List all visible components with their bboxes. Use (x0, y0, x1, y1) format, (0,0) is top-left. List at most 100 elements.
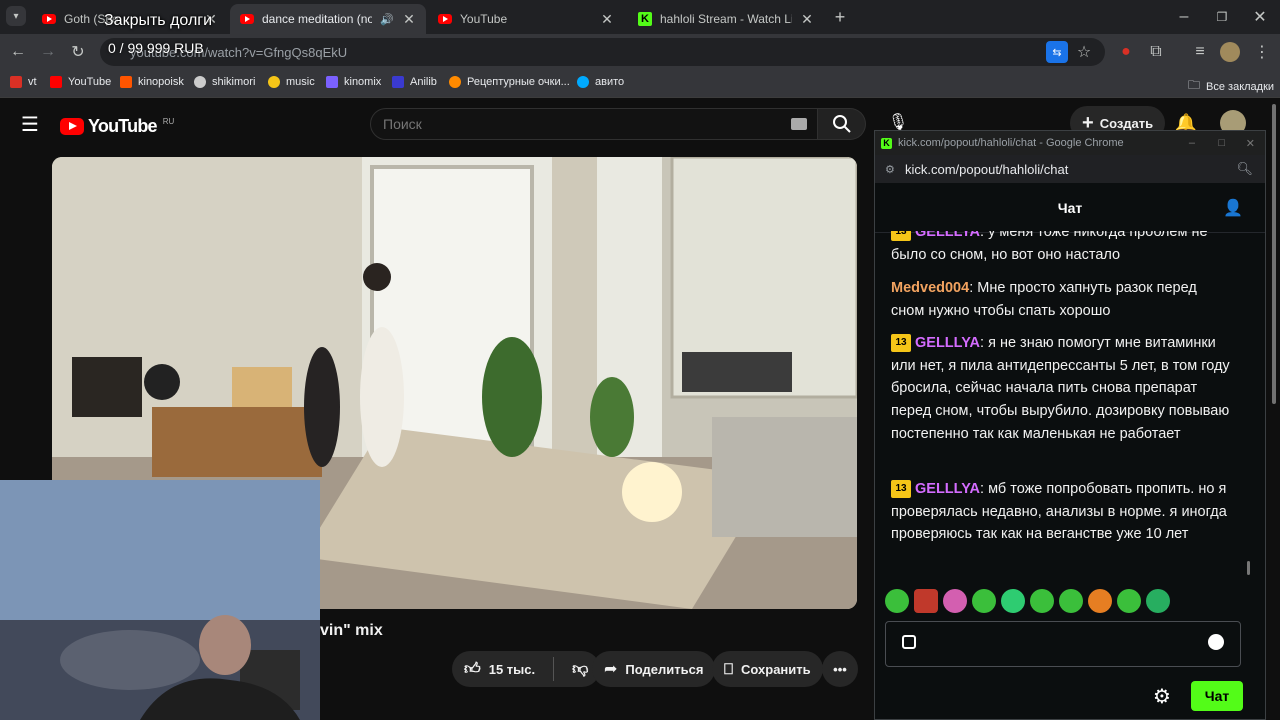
shield-icon[interactable] (902, 635, 916, 649)
search-icon (832, 115, 851, 133)
address-bar[interactable]: youtube.com/watch?v=GfngQs8qEkU (100, 38, 1105, 66)
emote-icon[interactable] (972, 589, 996, 613)
dislike-button[interactable]: 👎︎ (572, 660, 588, 679)
emote-icon[interactable] (1059, 589, 1083, 613)
chat-message: 13 GELLLYA: я не знаю помогут мне витамин… (891, 334, 1230, 442)
speaker-icon[interactable]: 🔊 (380, 13, 394, 26)
minimize-icon[interactable]: – (1174, 7, 1194, 27)
tab-title: YouTube (460, 12, 508, 26)
search-button[interactable] (818, 108, 866, 140)
popup-address-bar[interactable]: ⚙ kick.com/popout/hahloli/chat 🔍︎ (875, 155, 1265, 183)
bookmark-kinopoisk[interactable]: kinopoisk (120, 76, 184, 88)
emote-icon[interactable] (885, 589, 909, 613)
extensions-icon[interactable]: ⧉ (1146, 42, 1166, 62)
user-list-icon[interactable]: 👤 (1223, 198, 1243, 218)
vt-icon (10, 76, 22, 88)
scrollbar-thumb[interactable] (1272, 104, 1276, 404)
forward-icon[interactable]: → (38, 42, 58, 62)
bookmark-youtube[interactable]: YouTube (50, 76, 111, 88)
bookmark-avito[interactable]: авито (577, 76, 624, 88)
site-info-icon[interactable]: ⚙ (885, 163, 895, 176)
share-button[interactable]: ➦ Поделиться (592, 651, 716, 687)
chat-username[interactable]: Medved004 (891, 280, 969, 296)
emote-bar (885, 589, 1170, 613)
keyboard-icon[interactable] (791, 118, 807, 130)
youtube-icon (438, 14, 452, 24)
subscriber-badge: 13 (891, 480, 911, 498)
bookmark-glasses[interactable]: Рецептурные очки... (449, 76, 570, 88)
youtube-icon (50, 76, 62, 88)
back-icon[interactable]: ← (8, 42, 28, 62)
settings-gear-icon[interactable]: ⚙ (1153, 684, 1171, 709)
close-icon[interactable]: ✕ (800, 11, 814, 28)
chat-message: Medved004: Мне просто хапнуть разок пере… (891, 280, 1197, 319)
chat-username[interactable]: GELLLYA (915, 335, 980, 351)
webcam-image (0, 480, 320, 720)
close-icon[interactable]: ✕ (600, 11, 614, 28)
youtube-icon (42, 14, 56, 24)
emote-icon[interactable] (1001, 589, 1025, 613)
new-tab-icon[interactable]: + (830, 7, 850, 27)
emote-icon[interactable] (1117, 589, 1141, 613)
stream-goal-amount: 0 / 99 999 RUB (108, 40, 204, 56)
all-bookmarks[interactable]: 🗀 Все закладки (1188, 76, 1274, 97)
more-actions-button[interactable]: ••• (822, 651, 858, 687)
chat-send-button[interactable]: Чат (1191, 681, 1243, 711)
chat-input[interactable] (885, 621, 1241, 667)
minimize-icon[interactable]: – (1189, 137, 1195, 149)
tab-youtube[interactable]: YouTube ✕ (428, 4, 624, 34)
search-box[interactable] (370, 108, 818, 140)
extension-record-icon[interactable]: ● (1116, 42, 1136, 62)
close-window-icon[interactable]: ✕ (1250, 7, 1270, 27)
bookmark-anilib[interactable]: Anilib (392, 76, 437, 88)
popup-titlebar: K kick.com/popout/hahloli/chat - Google … (875, 131, 1265, 155)
chat-username[interactable]: GELLLYA (915, 481, 980, 497)
video-title: vin" mix (320, 622, 383, 639)
close-icon[interactable]: ✕ (1246, 137, 1255, 150)
bookmarks-bar: vt YouTube kinopoisk shikimori music kin… (0, 70, 1280, 98)
save-button[interactable]: ⎕ Сохранить (712, 651, 823, 687)
hamburger-menu-icon[interactable]: ☰ (20, 114, 40, 136)
profile-avatar-icon[interactable] (1220, 42, 1240, 62)
bookmark-vt[interactable]: vt (10, 76, 37, 88)
folder-icon: 🗀 (1188, 78, 1201, 92)
menu-dots-icon[interactable]: ⋮ (1252, 42, 1272, 62)
tab-dance-meditation[interactable]: dance meditation (no.1) - " 🔊 ✕ (230, 4, 426, 34)
emote-icon[interactable] (914, 589, 938, 613)
page-scrollbar[interactable] (1268, 98, 1280, 720)
emote-icon[interactable] (1030, 589, 1054, 613)
like-button[interactable]: 👍︎ 15 тыс. (464, 660, 535, 679)
chat-username[interactable]: GELLLYA (915, 231, 980, 240)
search-input[interactable] (383, 116, 763, 132)
zoom-icon[interactable]: 🔍︎ (1236, 161, 1253, 177)
emote-icon[interactable] (1146, 589, 1170, 613)
reload-icon[interactable]: ↻ (68, 42, 88, 62)
chat-scrollbar[interactable] (1247, 561, 1250, 575)
glasses-shop-icon (449, 76, 461, 88)
tab-search-icon[interactable]: ▾ (6, 6, 26, 26)
stream-goal-title: Закрыть долги (104, 12, 213, 29)
media-control-icon[interactable]: ≡ (1190, 42, 1210, 62)
chat-popup-window: K kick.com/popout/hahloli/chat - Google … (874, 130, 1266, 720)
bookmark-music[interactable]: music (268, 76, 315, 88)
bookmark-shikimori[interactable]: shikimori (194, 76, 255, 88)
close-icon[interactable]: ✕ (402, 11, 416, 28)
kinopoisk-icon (120, 76, 132, 88)
emote-icon[interactable] (1088, 589, 1112, 613)
emote-icon[interactable] (943, 589, 967, 613)
maximize-icon[interactable]: ❐ (1212, 7, 1232, 27)
translate-icon[interactable]: ⇆ (1046, 41, 1068, 63)
tab-hahloli[interactable]: K hahloli Stream - Watch Live on ✕ (628, 4, 824, 34)
maximize-icon[interactable]: □ (1218, 137, 1225, 149)
bookmark-kinomix[interactable]: kinomix (326, 76, 381, 88)
divider (553, 657, 555, 681)
youtube-logo[interactable]: YouTube RU (60, 116, 174, 137)
youtube-icon (240, 14, 254, 24)
emoji-icon[interactable] (1208, 634, 1224, 650)
shikimori-icon (194, 76, 206, 88)
thumbs-up-icon: 👍︎ (464, 660, 481, 678)
tab-title: dance meditation (no.1) - " (262, 12, 373, 26)
mic-icon[interactable]: 🎙 (888, 112, 908, 132)
subscriber-badge: 13 (891, 334, 911, 352)
bookmark-star-icon[interactable]: ☆ (1074, 42, 1094, 62)
